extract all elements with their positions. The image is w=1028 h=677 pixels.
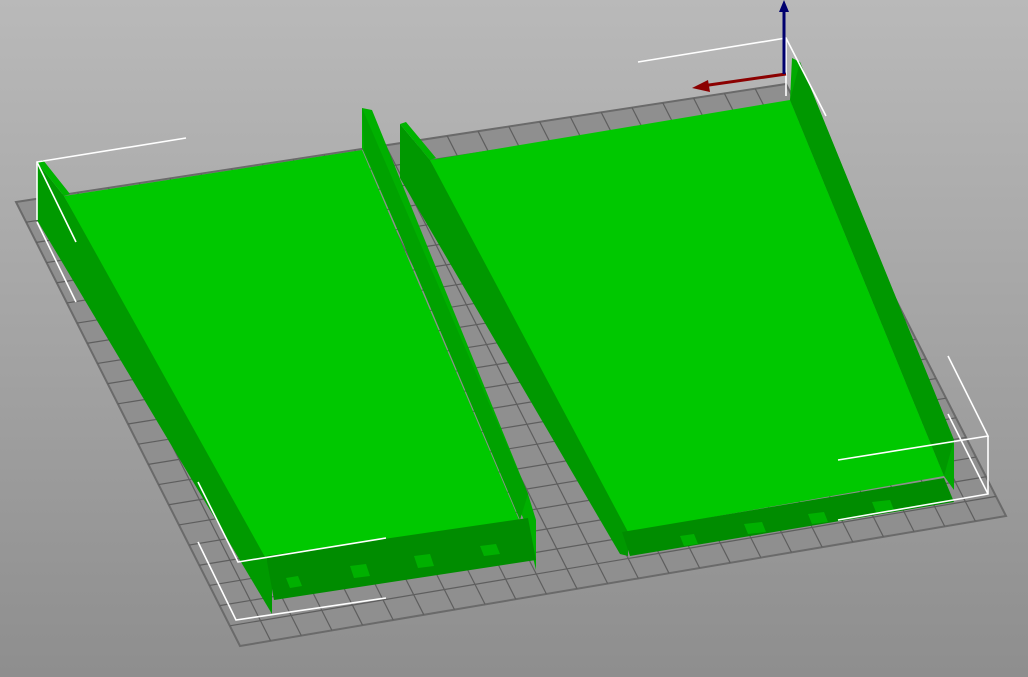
- tray-right-foot-2: [744, 522, 766, 534]
- x-axis-arrowhead: [692, 80, 710, 92]
- x-axis-line: [701, 72, 787, 88]
- z-axis-arrowhead: [779, 0, 789, 12]
- 3d-viewport[interactable]: [0, 0, 1028, 677]
- scene-canvas[interactable]: [0, 0, 1028, 677]
